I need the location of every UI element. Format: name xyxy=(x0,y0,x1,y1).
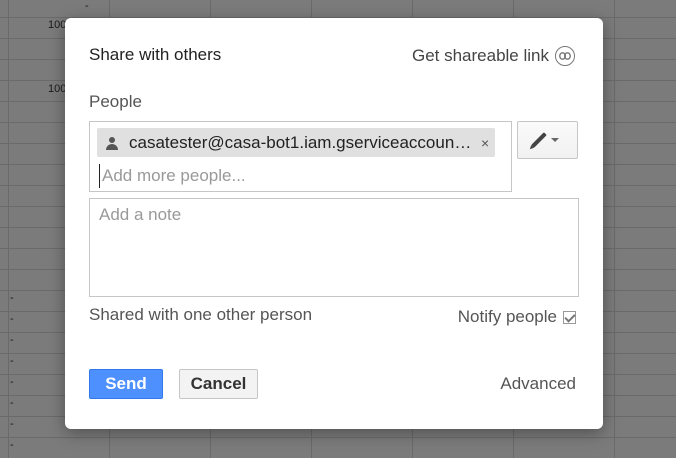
add-people-input[interactable] xyxy=(99,164,482,188)
pencil-icon xyxy=(530,132,547,148)
sheet-cell: - xyxy=(10,397,14,409)
get-shareable-link[interactable]: Get shareable link xyxy=(412,46,575,66)
note-field[interactable] xyxy=(89,198,579,297)
sheet-cell: - xyxy=(10,334,14,346)
sheet-cell: - xyxy=(10,313,14,325)
people-label: People xyxy=(89,92,142,111)
recipient-email: casatester@casa-bot1.iam.gserviceaccount… xyxy=(129,132,473,152)
advanced-link[interactable]: Advanced xyxy=(500,374,576,394)
notify-label: Notify people xyxy=(457,307,557,326)
shareable-link-label: Get shareable link xyxy=(411,46,549,65)
sheet-cell: - xyxy=(85,0,89,12)
share-dialog: Share with others Get shareable link Peo… xyxy=(65,18,603,429)
remove-recipient-icon[interactable]: × xyxy=(481,135,489,151)
person-icon xyxy=(105,136,119,150)
sheet-cell: - xyxy=(10,439,14,451)
shared-with-status: Shared with one other person xyxy=(89,305,313,324)
link-icon[interactable] xyxy=(555,46,575,66)
permission-dropdown-button[interactable] xyxy=(517,121,578,159)
notify-people-option[interactable]: Notify people xyxy=(458,307,576,327)
chevron-down-icon xyxy=(550,138,559,142)
cancel-button[interactable]: Cancel xyxy=(179,369,258,399)
sheet-cell: 100 xyxy=(48,19,67,31)
sheet-cell: - xyxy=(10,376,14,388)
notify-checkbox[interactable] xyxy=(563,310,576,324)
recipient-chip[interactable]: casatester@casa-bot1.iam.gserviceaccount… xyxy=(97,128,495,157)
dialog-title: Share with others xyxy=(89,45,222,64)
sheet-cell: - xyxy=(10,292,14,304)
sheet-cell: 100 xyxy=(48,83,67,95)
sheet-cell: - xyxy=(10,355,14,367)
send-button[interactable]: Send xyxy=(89,369,163,399)
people-field[interactable]: casatester@casa-bot1.iam.gserviceaccount… xyxy=(89,121,512,192)
sheet-cell: - xyxy=(10,418,14,430)
